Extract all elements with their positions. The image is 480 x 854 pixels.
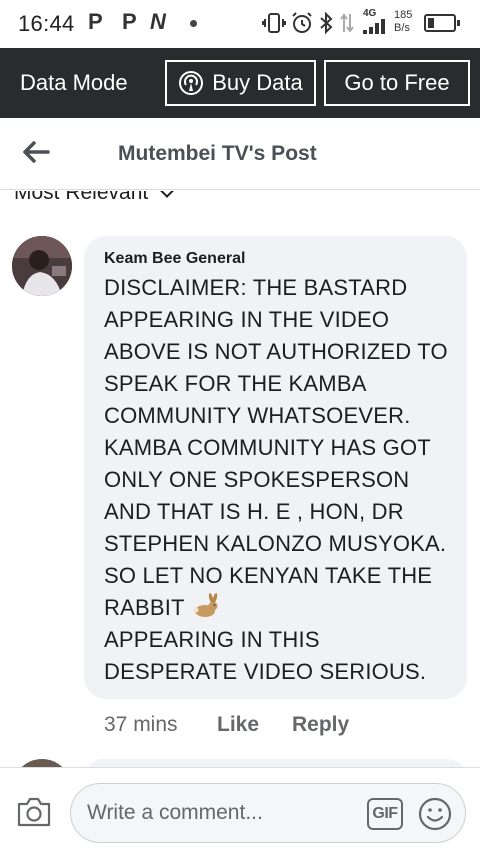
bluetooth-icon [320,11,333,35]
notification-p-icon: P [88,9,103,34]
avatar[interactable] [12,236,72,296]
broadcast-icon [179,71,204,95]
go-to-free-button[interactable]: Go to Free [324,60,470,106]
buy-data-button[interactable]: Buy Data [165,60,316,106]
next-comment-avatar[interactable] [12,759,72,767]
comment-text-part-1: DISCLAIMER: THE BASTARD APPEARING IN THE… [104,275,448,620]
notification-more-dot [190,20,197,27]
camera-icon[interactable] [16,796,52,828]
next-comment-bubble[interactable] [84,759,467,767]
comment-composer-bar: GIF [0,767,480,854]
signal-icon [363,19,385,34]
vibrate-icon [262,13,286,33]
gif-button[interactable]: GIF [367,798,403,830]
status-time: 16:44 [18,11,75,36]
post-header: Mutembei TV's Post [0,118,480,190]
status-bar: 16:44 P P N 4G 185 B/s [0,0,480,48]
comment-timestamp: 37 mins [104,713,178,736]
comment-author[interactable]: Keam Bee General [104,250,245,268]
reply-button[interactable]: Reply [292,713,349,737]
go-to-free-label: Go to Free [344,70,450,95]
buy-data-label: Buy Data [212,70,303,95]
like-button[interactable]: Like [217,713,259,737]
speed-unit: B/s [394,22,410,34]
comment-bubble[interactable]: Keam Bee General DISCLAIMER: THE BASTARD… [84,236,467,699]
comment-text: DISCLAIMER: THE BASTARD APPEARING IN THE… [104,272,459,688]
back-arrow-icon[interactable] [20,136,52,168]
network-speed: 185 B/s [394,9,412,35]
speed-value: 185 [394,9,413,21]
avatar-image [12,236,72,296]
data-mode-label: Data Mode [20,70,128,95]
notification-p-icon: P [122,9,137,34]
rabbit-emoji-icon [193,593,218,617]
alarm-icon [292,12,312,33]
sort-selector[interactable]: Most Relevant [14,191,178,205]
comment-input[interactable] [87,798,357,828]
comment-text-part-2: APPEARING IN THIS DESPERATE VIDEO SERIOU… [104,627,427,684]
comments-list[interactable]: Most Relevant Keam Bee General DISCLAIME… [0,191,480,767]
battery-icon [424,14,460,32]
smiley-icon[interactable] [417,796,453,832]
comment-composer[interactable]: GIF [70,783,466,843]
notification-n-icon: N [150,9,166,34]
data-transfer-icon [340,13,354,33]
page-title: Mutembei TV's Post [118,142,317,165]
chevron-down-icon [157,191,178,198]
sort-label: Most Relevant [14,191,149,204]
data-mode-bar: Data Mode Buy Data Go to Free [0,48,480,118]
